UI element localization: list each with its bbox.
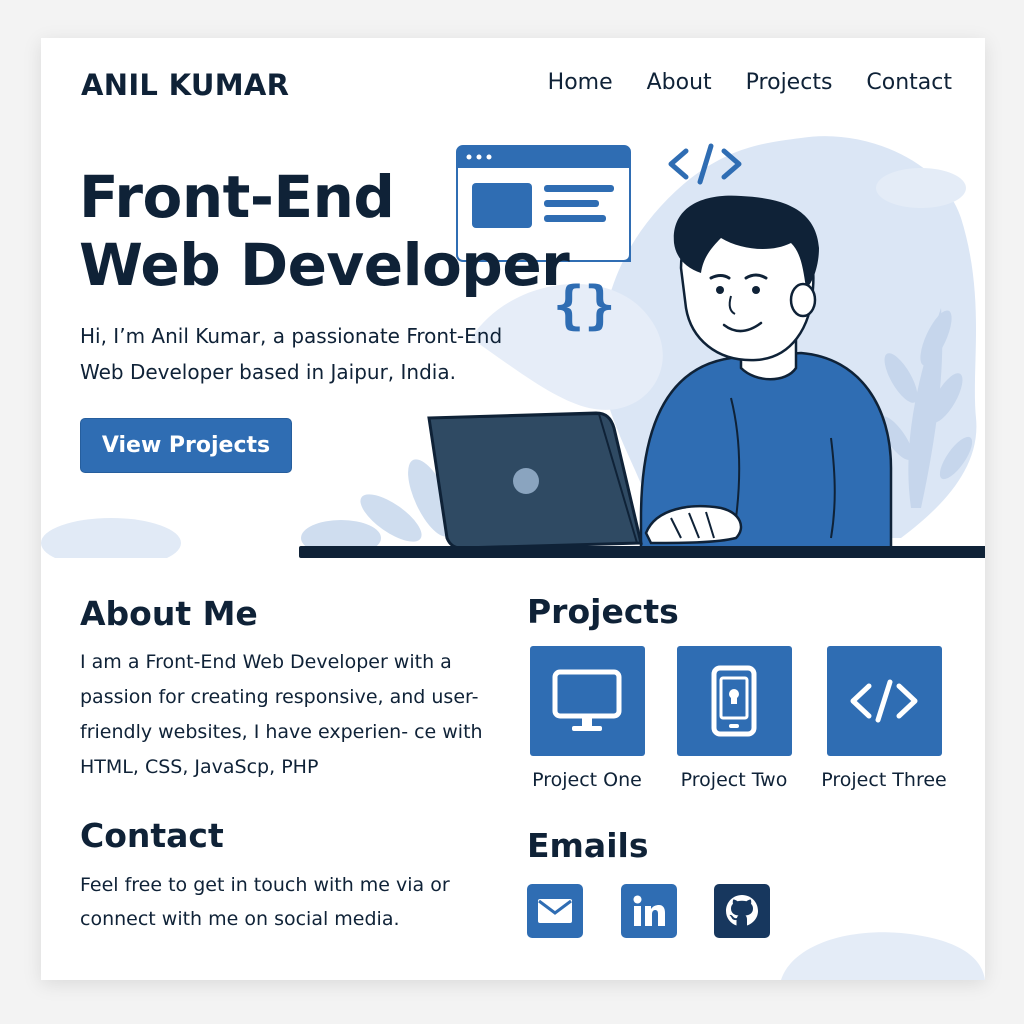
nav-contact[interactable]: Contact	[866, 70, 952, 95]
view-projects-button[interactable]: View Projects	[80, 418, 292, 473]
project-name: Project Three	[821, 769, 947, 791]
linkedin-icon[interactable]	[621, 884, 677, 938]
code-icon	[826, 646, 942, 756]
mail-icon[interactable]	[527, 884, 583, 938]
hero-title-line1: Front-End	[79, 163, 395, 231]
contact-text: Feel free to get in touch with me via or…	[80, 874, 450, 930]
project-card-one[interactable]: Project One	[517, 646, 657, 791]
decorative-blob	[781, 932, 985, 980]
project-name: Project Two	[680, 769, 788, 791]
main-nav: Home About Projects Contact	[548, 70, 952, 95]
hero-title: Front-End Web Developer	[79, 163, 570, 299]
about-title: About Me	[80, 594, 258, 633]
emails-title: Emails	[527, 826, 649, 865]
monitor-icon	[529, 646, 645, 756]
nav-projects[interactable]: Projects	[746, 70, 833, 95]
nav-about[interactable]: About	[647, 70, 712, 95]
nav-home[interactable]: Home	[548, 70, 613, 95]
hero-subtitle: Hi, I’m Anil Kumar, a passionate Front-E…	[80, 324, 503, 384]
mobile-icon	[676, 646, 792, 756]
project-card-three[interactable]: Project Three	[814, 646, 954, 791]
hero-title-line2: Web Developer	[79, 231, 570, 299]
projects-title: Projects	[527, 592, 679, 631]
project-name: Project One	[532, 769, 642, 791]
portfolio-page: {} ANIL KUMAR Home About Projects Contac…	[41, 38, 985, 980]
project-card-two[interactable]: Project Two	[664, 646, 804, 791]
site-logo[interactable]: ANIL KUMAR	[81, 68, 289, 102]
about-text: I am a Front-End Web Developer with a pa…	[80, 651, 483, 778]
contact-title: Contact	[80, 816, 224, 855]
